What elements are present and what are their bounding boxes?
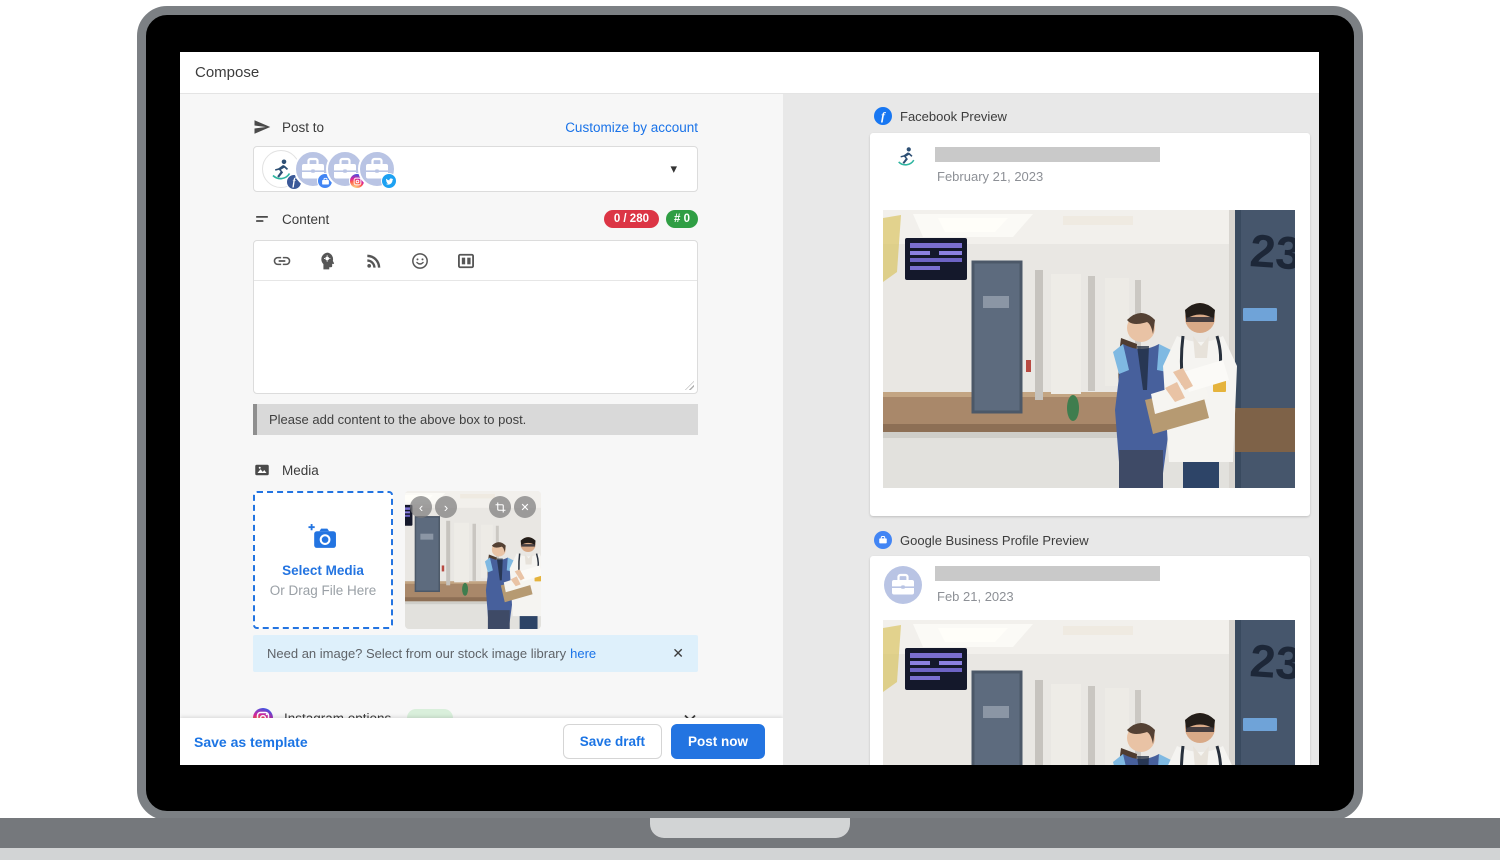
page-avatar-runner-icon	[895, 145, 917, 167]
accounts-selector[interactable]: f	[253, 146, 698, 192]
business-avatar	[884, 566, 922, 604]
save-as-template-link[interactable]: Save as template	[194, 734, 308, 750]
content-editor	[253, 240, 698, 394]
account-avatar-twitter[interactable]	[358, 150, 396, 188]
link-button[interactable]	[272, 251, 292, 271]
message-textarea[interactable]	[254, 281, 697, 393]
content-label: Content	[282, 212, 329, 227]
briefcase-icon	[884, 566, 922, 604]
compose-modal: Compose Post to Customize by account	[180, 52, 1319, 765]
chevron-down-icon: ▾	[670, 161, 677, 177]
facebook-post-date: February 21, 2023	[937, 169, 1043, 184]
ai-assistant-icon	[318, 251, 338, 271]
facebook-preview-title: Facebook Preview	[900, 109, 1007, 124]
laptop-notch	[650, 818, 850, 838]
google-post-date: Feb 21, 2023	[937, 589, 1014, 604]
link-icon	[272, 251, 292, 271]
crop-icon	[495, 502, 506, 513]
laptop-screen-frame: Compose Post to Customize by account	[137, 6, 1363, 820]
rss-button[interactable]	[364, 251, 384, 271]
banner-close-icon[interactable]: ✕	[672, 645, 684, 662]
stock-library-link[interactable]: here	[570, 646, 596, 661]
facebook-preview-card: February 21, 2023	[870, 133, 1310, 516]
google-business-icon	[874, 531, 892, 549]
compose-panel: Post to Customize by account f	[180, 94, 783, 765]
emoji-icon	[410, 251, 430, 271]
content-warning: Please add content to the above box to p…	[253, 404, 698, 435]
content-row: Content 0 / 280 # 0	[253, 208, 698, 230]
thumbnail-crop-button[interactable]	[489, 496, 511, 518]
google-post-image	[883, 620, 1295, 765]
page: Compose Post to Customize by account	[0, 0, 1500, 860]
post-to-row: Post to Customize by account	[253, 116, 698, 138]
facebook-preview-label: f Facebook Preview	[874, 107, 1007, 125]
twitter-badge-icon	[381, 173, 397, 189]
rss-icon	[364, 251, 384, 271]
stock-banner-text: Need an image? Select from our stock ima…	[267, 646, 566, 661]
editor-toolbar	[254, 241, 697, 281]
media-icon	[253, 461, 271, 479]
preview-panel: f Facebook Preview February 21, 2023	[783, 94, 1319, 765]
redacted-business-name	[935, 566, 1160, 581]
media-thumbnail: ‹ › ✕	[405, 491, 541, 629]
send-icon	[253, 118, 271, 136]
drag-file-label: Or Drag File Here	[270, 583, 377, 598]
facebook-post-image	[883, 210, 1295, 488]
post-now-button[interactable]: Post now	[671, 724, 765, 759]
google-business-preview-title: Google Business Profile Preview	[900, 533, 1089, 548]
customize-by-account-link[interactable]: Customize by account	[565, 120, 698, 135]
media-label: Media	[282, 463, 319, 478]
camera-plus-icon	[307, 523, 339, 551]
redacted-page-name	[935, 147, 1160, 162]
compose-footer: Save as template Save draft Post now	[180, 718, 783, 765]
laptop-base-edge	[0, 848, 1500, 860]
stock-image-banner: Need an image? Select from our stock ima…	[253, 635, 698, 672]
select-media-label: Select Media	[282, 563, 364, 578]
media-row-header: Media	[253, 459, 698, 481]
thumbnail-remove-button[interactable]: ✕	[514, 496, 536, 518]
google-business-preview-label: Google Business Profile Preview	[874, 531, 1089, 549]
save-draft-button[interactable]: Save draft	[563, 724, 662, 759]
thumbnail-prev-button[interactable]: ‹	[410, 496, 432, 518]
layout-button[interactable]	[456, 251, 476, 271]
facebook-icon: f	[874, 107, 892, 125]
content-icon	[253, 210, 271, 228]
page-title: Compose	[195, 64, 259, 81]
thumbnail-next-button[interactable]: ›	[435, 496, 457, 518]
hashtag-counter-badge: # 0	[666, 210, 698, 228]
google-business-preview-card: Feb 21, 2023	[870, 556, 1310, 765]
char-counter-badge: 0 / 280	[604, 210, 659, 228]
modal-header: Compose	[180, 52, 1319, 94]
ai-assistant-button[interactable]	[318, 251, 338, 271]
emoji-button[interactable]	[410, 251, 430, 271]
post-to-label: Post to	[282, 120, 324, 135]
select-media-dropzone[interactable]: Select Media Or Drag File Here	[253, 491, 393, 629]
layout-icon	[456, 251, 476, 271]
